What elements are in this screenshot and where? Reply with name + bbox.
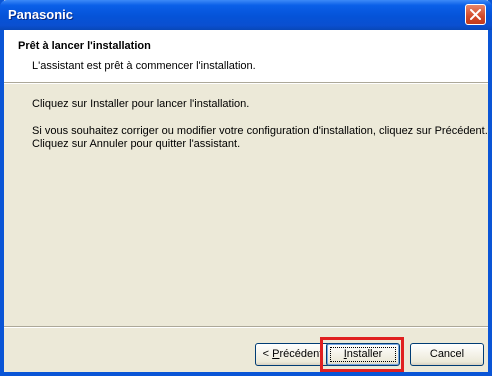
cancel-button[interactable]: Cancel [410, 343, 484, 366]
instruction-cancel: Cliquez sur Annuler pour quitter l'assis… [32, 138, 241, 150]
page-subtitle: L'assistant est prêt à commencer l'insta… [32, 60, 256, 72]
instruction-back: Si vous souhaitez corriger ou modifier v… [32, 125, 488, 137]
back-button-prefix: < [262, 348, 273, 360]
header-divider [4, 82, 488, 84]
window-title: Panasonic [8, 7, 74, 22]
installer-dialog: Panasonic Prêt à lancer l'installation L… [0, 0, 492, 376]
wizard-header: Prêt à lancer l'installation L'assistant… [4, 30, 488, 82]
highlight-box [320, 337, 404, 372]
back-button[interactable]: < Précédent [255, 343, 330, 366]
close-button[interactable] [465, 4, 486, 25]
back-button-label: récédent [279, 348, 323, 360]
footer-divider [4, 326, 488, 328]
back-button-mnemonic: P [272, 348, 280, 360]
close-icon [470, 9, 481, 20]
page-title: Prêt à lancer l'installation [18, 40, 151, 52]
title-bar[interactable]: Panasonic [0, 0, 492, 30]
instruction-install: Cliquez sur Installer pour lancer l'inst… [32, 98, 250, 110]
